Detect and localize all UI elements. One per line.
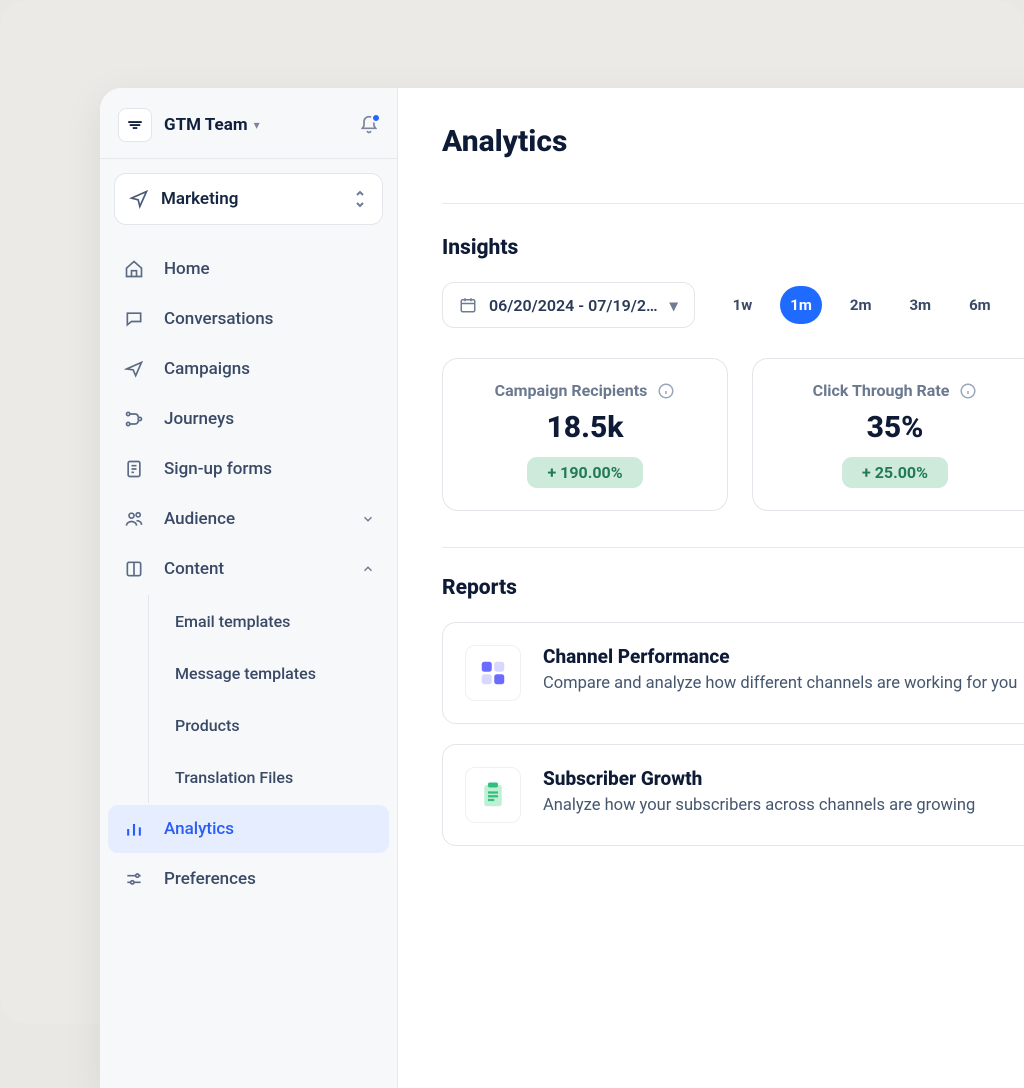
sliders-icon [122, 869, 146, 889]
team-name[interactable]: GTM Team [164, 115, 248, 135]
card-title: Click Through Rate [813, 381, 950, 400]
divider [442, 547, 1024, 548]
project-switcher[interactable]: Marketing [114, 173, 383, 225]
report-desc: Compare and analyze how different channe… [543, 672, 1017, 697]
report-subscriber-growth[interactable]: Subscriber Growth Analyze how your subsc… [442, 744, 1024, 846]
nav-analytics[interactable]: Analytics [108, 805, 389, 853]
range-3m[interactable]: 3m [899, 286, 941, 324]
users-icon [122, 509, 146, 529]
home-icon [122, 259, 146, 279]
range-6m[interactable]: 6m [959, 286, 1001, 324]
chat-icon [122, 309, 146, 329]
subnav-products[interactable]: Products [153, 699, 389, 751]
nav-label: Home [164, 259, 210, 279]
range-2m[interactable]: 2m [840, 286, 882, 324]
nav-campaigns[interactable]: Campaigns [108, 345, 389, 393]
nav-label: Audience [164, 509, 235, 529]
date-range-label: 06/20/2024 - 07/19/2… [489, 296, 658, 315]
report-title: Channel Performance [543, 645, 1017, 668]
sort-icon [352, 189, 368, 209]
card-value: 18.5k [546, 410, 623, 445]
info-icon[interactable] [959, 382, 977, 400]
info-icon[interactable] [657, 382, 675, 400]
notifications-bell[interactable] [359, 115, 379, 135]
nav-label: Journeys [164, 409, 234, 429]
sidebar: GTM Team ▾ Marketing Home Co [100, 88, 398, 1088]
nav-label: Preferences [164, 869, 256, 889]
reports-heading: Reports [442, 576, 1024, 600]
nav-journeys[interactable]: Journeys [108, 395, 389, 443]
report-desc: Analyze how your subscribers across chan… [543, 794, 975, 819]
report-title: Subscriber Growth [543, 767, 975, 790]
nav-content[interactable]: Content [108, 545, 389, 593]
calendar-icon [459, 296, 477, 314]
nav-audience[interactable]: Audience [108, 495, 389, 543]
book-icon [122, 559, 146, 579]
clipboard-icon [465, 767, 521, 823]
nav-home[interactable]: Home [108, 245, 389, 293]
divider [442, 203, 1024, 204]
chevron-down-icon: ▾ [670, 296, 678, 315]
notification-dot [371, 113, 381, 123]
nav-conversations[interactable]: Conversations [108, 295, 389, 343]
nav-preferences[interactable]: Preferences [108, 855, 389, 903]
chevron-down-icon [361, 512, 375, 526]
subnav-translation-files[interactable]: Translation Files [153, 751, 389, 803]
paper-plane-icon [122, 359, 146, 379]
nav: Home Conversations Campaigns Journeys Si… [100, 235, 397, 903]
range-1m[interactable]: 1m [780, 286, 822, 324]
nav-label: Content [164, 559, 224, 579]
nav-label: Analytics [164, 819, 234, 839]
report-channel-performance[interactable]: Channel Performance Compare and analyze … [442, 622, 1024, 724]
reports-list: Channel Performance Compare and analyze … [442, 622, 1024, 846]
divider [100, 158, 397, 159]
range-tabs: 1w 1m 2m 3m 6m 1y [723, 286, 1024, 324]
range-1w[interactable]: 1w [723, 286, 763, 324]
subnav-email-templates[interactable]: Email templates [153, 595, 389, 647]
bar-chart-icon [122, 819, 146, 839]
nav-signup-forms[interactable]: Sign-up forms [108, 445, 389, 493]
card-title: Campaign Recipients [495, 381, 648, 400]
card-delta: + 190.00% [527, 457, 642, 488]
chevron-up-icon [361, 562, 375, 576]
nav-label: Sign-up forms [164, 459, 272, 479]
grid-icon [465, 645, 521, 701]
subnav-message-templates[interactable]: Message templates [153, 647, 389, 699]
nodes-icon [122, 409, 146, 429]
card-value: 35% [867, 410, 924, 445]
nav-label: Conversations [164, 309, 273, 329]
range-1y[interactable]: 1y [1019, 286, 1024, 324]
card-delta: + 25.00% [842, 457, 948, 488]
card-ctr[interactable]: Click Through Rate 35% + 25.00% [752, 358, 1024, 511]
insights-heading: Insights [442, 236, 1024, 260]
project-label: Marketing [161, 189, 238, 209]
content-subnav: Email templates Message templates Produc… [148, 595, 389, 803]
card-recipients[interactable]: Campaign Recipients 18.5k + 190.00% [442, 358, 728, 511]
send-icon [129, 189, 149, 209]
insight-cards: Campaign Recipients 18.5k + 190.00% Clic… [442, 358, 1024, 511]
chevron-down-icon: ▾ [254, 118, 260, 132]
logo-icon [126, 116, 144, 134]
date-range-picker[interactable]: 06/20/2024 - 07/19/2… ▾ [442, 282, 695, 328]
insights-controls: 06/20/2024 - 07/19/2… ▾ 1w 1m 2m 3m 6m 1… [442, 282, 1024, 328]
app-logo[interactable] [118, 108, 152, 142]
page-title: Analytics [442, 124, 1024, 159]
main-content: Analytics Insights 06/20/2024 - 07/19/2…… [398, 88, 1024, 1088]
nav-label: Campaigns [164, 359, 250, 379]
form-icon [122, 459, 146, 479]
